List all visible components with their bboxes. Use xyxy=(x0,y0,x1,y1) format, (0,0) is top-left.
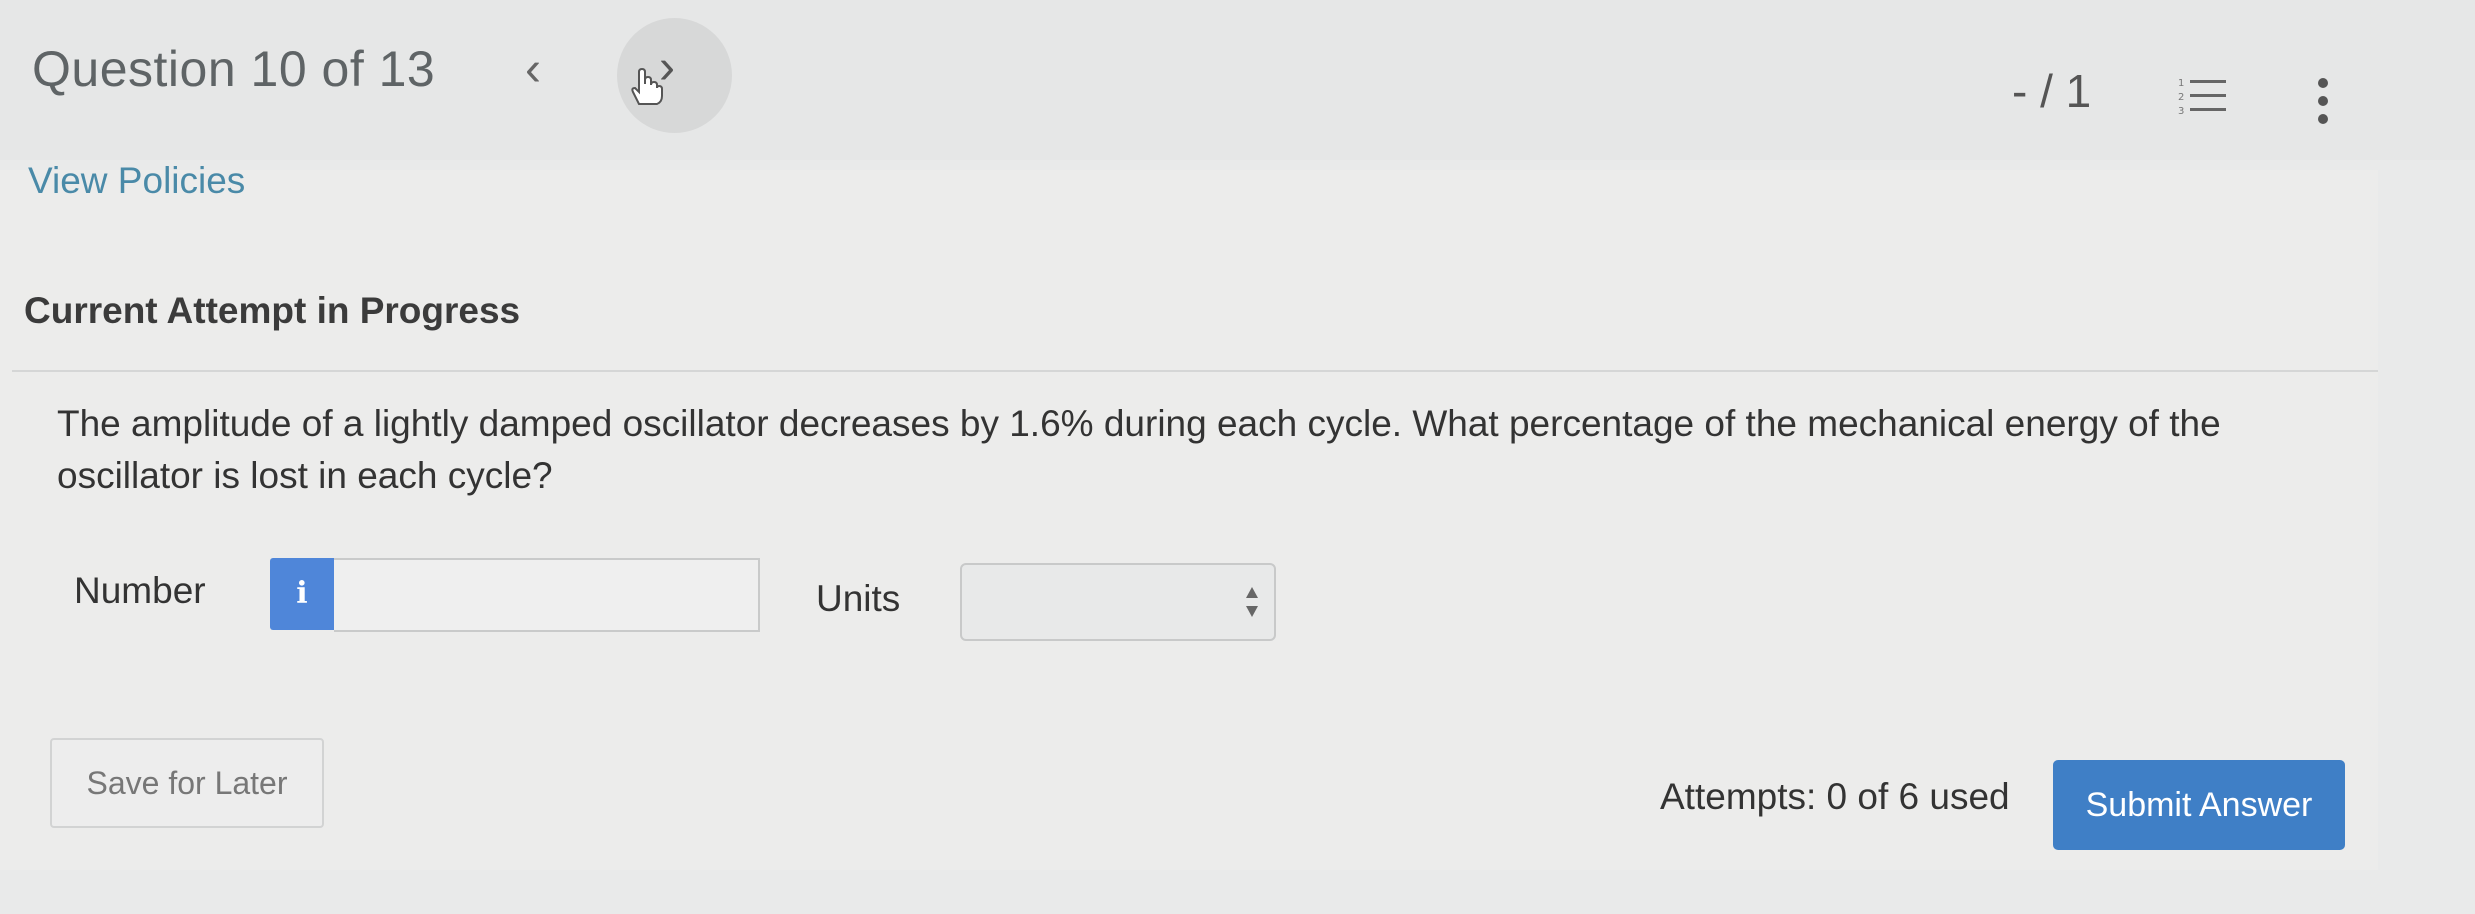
previous-question-button[interactable]: ‹ xyxy=(525,42,541,97)
units-select[interactable] xyxy=(960,563,1276,641)
svg-text:2: 2 xyxy=(2178,92,2184,103)
question-text: The amplitude of a lightly damped oscill… xyxy=(57,403,2221,496)
units-label: Units xyxy=(816,578,901,619)
question-card xyxy=(0,170,2378,870)
hand-cursor-icon xyxy=(631,67,663,105)
section-divider xyxy=(12,370,2378,372)
next-question-button[interactable]: › xyxy=(617,18,732,133)
question-header: Question 10 of 13 ‹ › - / 1 1 2 3 xyxy=(0,0,2475,160)
svg-text:1: 1 xyxy=(2178,78,2184,89)
view-policies-link[interactable]: View Policies xyxy=(28,160,245,202)
svg-text:3: 3 xyxy=(2178,106,2184,117)
number-label: Number xyxy=(74,570,206,611)
question-counter: Question 10 of 13 xyxy=(32,41,436,97)
save-for-later-button[interactable]: Save for Later xyxy=(50,738,324,828)
submit-answer-button[interactable]: Submit Answer xyxy=(2053,760,2345,850)
numbered-list-icon[interactable]: 1 2 3 xyxy=(2176,74,2228,118)
select-arrows-icon xyxy=(1246,587,1258,617)
number-input[interactable] xyxy=(334,558,760,632)
attempts-counter: Attempts: 0 of 6 used xyxy=(1660,776,2010,817)
attempt-heading: Current Attempt in Progress xyxy=(24,290,521,331)
info-icon[interactable]: i xyxy=(270,558,334,630)
score-display: - / 1 xyxy=(2012,65,2092,117)
kebab-menu-icon[interactable] xyxy=(2313,76,2333,126)
